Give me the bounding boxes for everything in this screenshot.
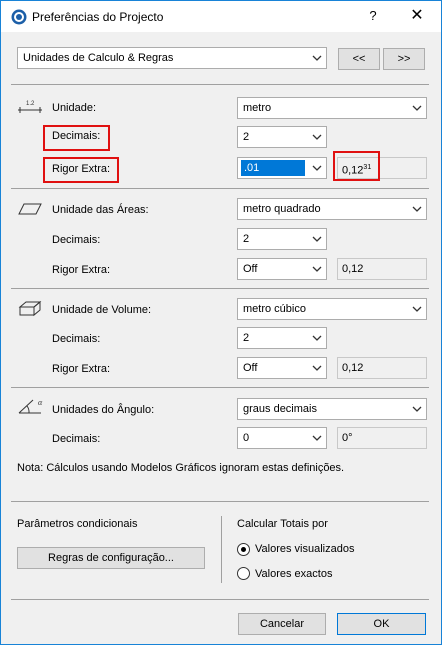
app-icon [11, 9, 27, 25]
length-unit-value: metro [243, 102, 272, 114]
configuration-rules-button[interactable]: Regras de configuração... [17, 547, 205, 569]
volume-decimals-value: 2 [243, 332, 250, 344]
area-extra-select[interactable]: Off [237, 258, 327, 280]
conditional-parameters-title: Parâmetros condicionais [17, 518, 138, 530]
divider [11, 501, 429, 502]
chevron-down-icon [312, 134, 322, 140]
preset-select[interactable]: Unidades de Calculo & Regras [17, 47, 327, 69]
chevron-down-icon [312, 236, 322, 242]
volume-preview: 0,12 [342, 362, 364, 374]
area-decimals-value: 2 [243, 233, 250, 245]
length-decimals-value: 2 [243, 131, 250, 143]
chevron-down-icon [412, 306, 422, 312]
help-button[interactable]: ? [363, 6, 383, 26]
volume-extra-label: Rigor Extra: [52, 363, 111, 375]
angle-unit-label: Unidades do Ângulo: [52, 404, 155, 416]
area-icon [18, 203, 42, 215]
volume-unit-value: metro cúbico [243, 303, 306, 315]
area-preview: 0,12 [342, 263, 364, 275]
cancel-button[interactable]: Cancelar [238, 613, 326, 635]
angle-decimals-value: 0 [243, 432, 250, 444]
totals-title: Calcular Totais por [237, 518, 328, 530]
angle-unit-select[interactable]: graus decimais [237, 398, 427, 420]
volume-extra-select[interactable]: Off [237, 357, 327, 379]
chevron-down-icon [412, 406, 422, 412]
radio-displayed-values-label[interactable]: Valores visualizados [255, 543, 354, 555]
chevron-down-icon [312, 335, 322, 341]
radio-selected-dot [241, 547, 246, 552]
chevron-down-icon [412, 206, 422, 212]
chevron-down-icon [412, 105, 422, 111]
angle-preview-field: 0° [337, 427, 427, 449]
angle-decimals-label: Decimais: [52, 433, 101, 445]
area-extra-label: Rigor Extra: [52, 264, 111, 276]
length-extra-value: .01 [241, 160, 305, 176]
angle-decimals-select[interactable]: 0 [237, 427, 327, 449]
length-dimension-icon: 1.2 [18, 101, 42, 113]
divider [11, 599, 429, 600]
angle-preview: 0° [342, 432, 353, 444]
angle-icon: α [18, 398, 43, 414]
preset-select-value: Unidades de Calculo & Regras [23, 52, 174, 64]
chevron-down-icon [312, 266, 322, 272]
close-button[interactable]: ✕ [405, 6, 429, 26]
volume-icon [18, 300, 42, 317]
preview-highlight-box [333, 151, 380, 181]
chevron-down-icon [312, 165, 322, 171]
extra-accuracy-highlight-box [43, 157, 119, 183]
area-unit-value: metro quadrado [243, 203, 321, 215]
radio-exact-values-label[interactable]: Valores exactos [255, 568, 332, 580]
divider [11, 387, 429, 388]
area-preview-field: 0,12 [337, 258, 427, 280]
length-unit-select[interactable]: metro [237, 97, 427, 119]
divider [11, 288, 429, 289]
angle-unit-value: graus decimais [243, 403, 317, 415]
chevron-down-icon [312, 365, 322, 371]
volume-unit-label: Unidade de Volume: [52, 304, 152, 316]
ok-button[interactable]: OK [337, 613, 426, 635]
divider [11, 84, 429, 85]
length-decimals-select[interactable]: 2 [237, 126, 327, 148]
previous-preset-button[interactable]: << [338, 48, 380, 70]
area-decimals-label: Decimais: [52, 234, 101, 246]
chevron-down-icon [312, 435, 322, 441]
preferences-dialog: Preferências do Projecto ? ✕ Unidades de… [0, 0, 442, 645]
volume-preview-field: 0,12 [337, 357, 427, 379]
radio-displayed-values[interactable] [237, 543, 250, 556]
volume-unit-select[interactable]: metro cúbico [237, 298, 427, 320]
area-decimals-select[interactable]: 2 [237, 228, 327, 250]
divider [11, 188, 429, 189]
volume-extra-value: Off [243, 362, 258, 374]
svg-text:α: α [38, 398, 43, 407]
radio-exact-values[interactable] [237, 567, 250, 580]
vertical-divider [221, 516, 222, 583]
volume-decimals-select[interactable]: 2 [237, 327, 327, 349]
next-preset-button[interactable]: >> [383, 48, 425, 70]
svg-text:1.2: 1.2 [26, 101, 35, 107]
area-unit-label: Unidade das Áreas: [52, 204, 149, 216]
length-unit-label: Unidade: [52, 102, 97, 114]
chevron-down-icon [312, 55, 322, 61]
area-unit-select[interactable]: metro quadrado [237, 198, 427, 220]
note-text: Nota: Cálculos usando Modelos Gráficos i… [17, 462, 345, 474]
title-bar: Preferências do Projecto ? ✕ [1, 1, 441, 32]
volume-decimals-label: Decimais: [52, 333, 101, 345]
window-title: Preferências do Projecto [32, 10, 164, 24]
length-extra-select[interactable]: .01 [237, 157, 327, 179]
decimals-highlight-box [43, 125, 110, 151]
area-extra-value: Off [243, 263, 258, 275]
